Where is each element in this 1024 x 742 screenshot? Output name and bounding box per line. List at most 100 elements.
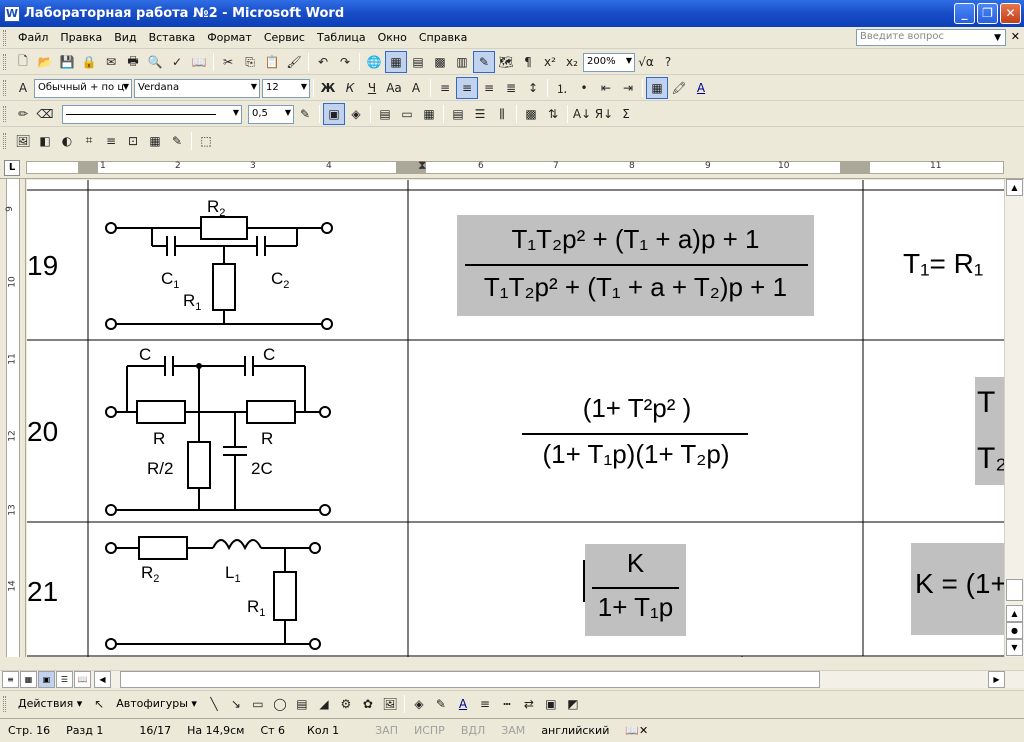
fill-color-icon[interactable]: ◈ bbox=[408, 693, 430, 715]
help-icon[interactable]: ? bbox=[657, 51, 679, 73]
color-icon[interactable]: ◧ bbox=[34, 130, 56, 152]
insert-excel-icon[interactable]: ▩ bbox=[429, 51, 451, 73]
more-contrast-icon[interactable]: ◐ bbox=[56, 130, 78, 152]
shadow-icon[interactable]: ▣ bbox=[540, 693, 562, 715]
bullets-icon[interactable]: • bbox=[573, 77, 595, 99]
menu-help[interactable]: Справка bbox=[413, 29, 473, 46]
toolbar-grip[interactable] bbox=[3, 132, 6, 149]
eraser-icon[interactable]: ⌫ bbox=[34, 103, 56, 125]
merge-cells-icon[interactable]: ▭ bbox=[396, 103, 418, 125]
circuit-21[interactable]: R2 L1 R1 bbox=[97, 530, 357, 656]
clipart-icon[interactable]: ✿ bbox=[357, 693, 379, 715]
menu-grip[interactable] bbox=[3, 29, 6, 46]
status-record[interactable]: ЗАП bbox=[367, 724, 406, 737]
document-map-icon[interactable]: 🗺 bbox=[495, 51, 517, 73]
align-left-icon[interactable]: ≡ bbox=[434, 77, 456, 99]
reading-view-icon[interactable]: 📖 bbox=[74, 671, 91, 688]
menu-edit[interactable]: Правка bbox=[54, 29, 108, 46]
paste-icon[interactable]: 📋 bbox=[261, 51, 283, 73]
cut-icon[interactable]: ✂ bbox=[217, 51, 239, 73]
scroll-right-icon[interactable]: ▶ bbox=[988, 671, 1005, 688]
insert-table-grid-icon[interactable]: ▤ bbox=[374, 103, 396, 125]
minimize-button[interactable]: _ bbox=[954, 3, 975, 24]
line-style-select[interactable]: ▼ bbox=[62, 104, 242, 124]
restore-button[interactable]: ❐ bbox=[977, 3, 998, 24]
numbering-icon[interactable]: ⒈ bbox=[551, 77, 573, 99]
outline-view-icon[interactable]: ☰ bbox=[56, 671, 73, 688]
menu-view[interactable]: Вид bbox=[108, 29, 142, 46]
hyperlink-icon[interactable]: 🌐 bbox=[363, 51, 385, 73]
toolbar-grip[interactable] bbox=[3, 106, 6, 122]
menu-tools[interactable]: Сервис bbox=[258, 29, 311, 46]
new-document-icon[interactable]: 🗋 bbox=[12, 51, 34, 73]
circuit-19[interactable]: R2 C1 C2 R1 bbox=[97, 192, 347, 340]
set-transparent-icon[interactable]: ⬚ bbox=[195, 130, 217, 152]
status-overtype[interactable]: ЗАМ bbox=[493, 724, 533, 737]
spelling-status-icon[interactable]: 📖✕ bbox=[617, 724, 656, 737]
hscroll-thumb[interactable] bbox=[120, 671, 820, 688]
document-page[interactable]: 19 R2 C1 C2 R1 T₁T₂p² + (T₁ + a)p + 1 T₁… bbox=[27, 180, 1004, 657]
superscript-icon[interactable]: x² bbox=[539, 51, 561, 73]
web-view-icon[interactable]: ▦ bbox=[20, 671, 37, 688]
rectangle-icon[interactable]: ▭ bbox=[247, 693, 269, 715]
next-page-icon[interactable]: ▼ bbox=[1006, 639, 1023, 656]
shading-color-icon[interactable]: ◈ bbox=[345, 103, 367, 125]
menu-table[interactable]: Таблица bbox=[311, 29, 372, 46]
undo-icon[interactable]: ↶ bbox=[312, 51, 334, 73]
actions-menu[interactable]: Действия ▾ bbox=[12, 695, 88, 712]
insert-picture-icon[interactable]: 🖼 bbox=[12, 130, 34, 152]
autoshapes-menu[interactable]: Автофигуры ▾ bbox=[110, 695, 203, 712]
decrease-indent-icon[interactable]: ⇤ bbox=[595, 77, 617, 99]
scroll-up-icon[interactable]: ▲ bbox=[1006, 179, 1023, 196]
borders-icon[interactable]: ▦ bbox=[646, 77, 668, 99]
scroll-left-icon[interactable]: ◀ bbox=[94, 671, 111, 688]
research-icon[interactable]: 📖 bbox=[188, 51, 210, 73]
menu-format[interactable]: Формат bbox=[201, 29, 258, 46]
3d-icon[interactable]: ◩ bbox=[562, 693, 584, 715]
toolbar-grip[interactable] bbox=[3, 54, 6, 70]
style-select[interactable]: Обычный + по ц ▼ bbox=[34, 78, 132, 98]
line-weight-select[interactable]: 0,5 ▼ bbox=[248, 104, 294, 124]
picture-icon[interactable]: 🖼 bbox=[379, 693, 401, 715]
text-wrap-icon[interactable]: ▦ bbox=[144, 130, 166, 152]
select-objects-icon[interactable]: ↖ bbox=[88, 693, 110, 715]
select-browse-object-icon[interactable]: ● bbox=[1006, 622, 1023, 639]
status-language[interactable]: английский bbox=[533, 724, 617, 737]
autoformat-table-icon[interactable]: ▩ bbox=[520, 103, 542, 125]
textbox-icon[interactable]: ▤ bbox=[291, 693, 313, 715]
autosum-icon[interactable]: Σ bbox=[615, 103, 637, 125]
print-layout-icon[interactable]: ▣ bbox=[38, 671, 55, 688]
distribute-columns-icon[interactable]: ⫼ bbox=[491, 103, 513, 125]
draw-table-icon[interactable]: ✏ bbox=[12, 103, 34, 125]
print-preview-icon[interactable]: 🔍 bbox=[144, 51, 166, 73]
open-icon[interactable]: 📂 bbox=[34, 51, 56, 73]
tab-selector[interactable]: L bbox=[4, 160, 20, 176]
oval-icon[interactable]: ◯ bbox=[269, 693, 291, 715]
font-color-icon[interactable]: A bbox=[452, 693, 474, 715]
spelling-icon[interactable]: ✓ bbox=[166, 51, 188, 73]
title-bar[interactable]: W Лабораторная работа №2 - Microsoft Wor… bbox=[0, 0, 1024, 27]
split-cells-icon[interactable]: ▦ bbox=[418, 103, 440, 125]
vertical-ruler[interactable]: 9 10 11 12 13 14 bbox=[0, 179, 26, 657]
font-select[interactable]: Verdana ▼ bbox=[134, 78, 260, 98]
drawing-icon[interactable]: ✎ bbox=[473, 51, 495, 73]
arrow-style-icon[interactable]: ⇄ bbox=[518, 693, 540, 715]
zoom-select[interactable]: 200% ▼ bbox=[583, 52, 635, 72]
ask-question-input[interactable]: Введите вопрос ▼ bbox=[856, 29, 1006, 46]
text-direction-icon[interactable]: ⇅ bbox=[542, 103, 564, 125]
justify-icon[interactable]: ≣ bbox=[500, 77, 522, 99]
permission-icon[interactable]: 🔒 bbox=[78, 51, 100, 73]
character-scale-icon[interactable]: Aa bbox=[383, 77, 405, 99]
underline-icon[interactable]: Ч bbox=[361, 77, 383, 99]
format-picture-icon[interactable]: ✎ bbox=[166, 130, 188, 152]
scroll-thumb[interactable] bbox=[1006, 579, 1023, 601]
align-right-icon[interactable]: ≡ bbox=[478, 77, 500, 99]
increase-indent-icon[interactable]: ⇥ bbox=[617, 77, 639, 99]
toolbar-grip[interactable] bbox=[3, 80, 6, 96]
font-size-select[interactable]: 12 ▼ bbox=[262, 78, 310, 98]
dash-style-icon[interactable]: ┅ bbox=[496, 693, 518, 715]
font-color-icon[interactable]: A bbox=[690, 77, 712, 99]
line-style-icon[interactable]: ≡ bbox=[100, 130, 122, 152]
insert-table-icon[interactable]: ▤ bbox=[407, 51, 429, 73]
crop-icon[interactable]: ⌗ bbox=[78, 130, 100, 152]
